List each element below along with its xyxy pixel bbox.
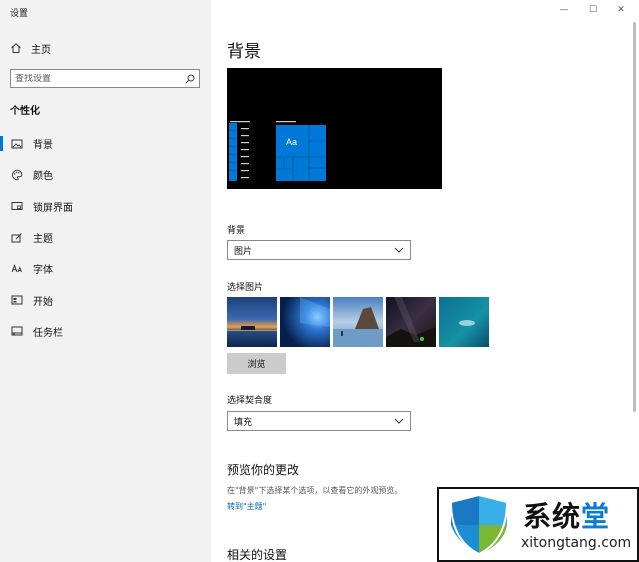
page-title: 背景 (227, 42, 261, 62)
nav-list: 背景 颜色 锁屏界面 主题 字体 开始 任务栏 (0, 128, 211, 347)
theme-link[interactable]: 转到"主题" (227, 501, 266, 512)
desktop-preview: Aa (227, 68, 442, 189)
thumbnail-windows-light[interactable] (280, 297, 330, 347)
sidebar-item-background[interactable]: 背景 (0, 128, 211, 159)
start-icon (11, 295, 23, 305)
thumbnail-night-sky[interactable] (386, 297, 436, 347)
taskbar-icon (11, 326, 23, 336)
shield-logo-icon (449, 493, 509, 556)
close-button[interactable]: ✕ (609, 2, 633, 18)
preview-changes-title: 预览你的更改 (227, 463, 300, 477)
palette-icon (12, 169, 23, 181)
sidebar-item-label: 主题 (33, 234, 53, 246)
chevron-down-icon (394, 418, 404, 424)
theme-icon (11, 232, 22, 243)
start-menu-preview: Aa (227, 68, 442, 189)
home-icon (11, 43, 21, 53)
lock-screen-icon (11, 202, 23, 211)
minimize-button[interactable]: — (552, 2, 576, 18)
sidebar-item-themes[interactable]: 主题 (0, 222, 211, 253)
watermark-brand: 系统堂 (523, 495, 610, 535)
thumbnail-rock-beach[interactable] (333, 297, 383, 347)
watermark-brand-text: 系统 (523, 500, 582, 533)
choose-picture-label: 选择图片 (227, 283, 264, 293)
sidebar-item-colors[interactable]: 颜色 (0, 159, 211, 190)
sidebar-item-label: 任务栏 (33, 327, 63, 339)
maximize-button[interactable]: ☐ (581, 2, 605, 18)
chevron-down-icon (394, 247, 404, 253)
sidebar: 设置 主页 个性化 背景 颜色 (0, 0, 211, 562)
home-link[interactable]: 主页 (10, 40, 51, 56)
sidebar-item-taskbar[interactable]: 任务栏 (0, 316, 211, 347)
picture-icon (11, 139, 23, 149)
search-icon[interactable] (185, 74, 195, 84)
fit-label: 选择契合度 (227, 396, 273, 406)
background-label: 背景 (227, 226, 246, 236)
window-title: 设置 (10, 9, 29, 19)
home-label: 主页 (31, 44, 51, 56)
fit-dropdown-value: 填充 (234, 417, 253, 428)
scrollbar[interactable] (633, 22, 636, 412)
preview-tile-text: Aa (286, 137, 297, 147)
thumbnail-sunset-island[interactable] (227, 297, 277, 347)
watermark: 系统堂 xitongtang.com (437, 487, 639, 562)
background-dropdown[interactable]: 图片 (227, 240, 411, 260)
watermark-domain: xitongtang.com (521, 535, 632, 551)
search-box[interactable] (10, 69, 200, 88)
browse-button[interactable]: 浏览 (227, 353, 286, 374)
search-input[interactable] (15, 73, 185, 84)
sidebar-item-label: 字体 (33, 265, 53, 277)
sidebar-item-label: 开始 (33, 296, 53, 308)
sidebar-item-lock-screen[interactable]: 锁屏界面 (0, 191, 211, 222)
sidebar-item-label: 颜色 (33, 171, 53, 183)
fit-dropdown[interactable]: 填充 (227, 411, 411, 431)
sidebar-item-label: 背景 (33, 140, 53, 152)
background-dropdown-value: 图片 (234, 246, 253, 257)
picture-thumbnails (227, 297, 492, 347)
related-settings-title: 相关的设置 (227, 548, 288, 562)
thumbnail-underwater[interactable] (439, 297, 489, 347)
section-title: 个性化 (10, 106, 40, 117)
font-icon (11, 263, 23, 273)
watermark-brand-accent: 堂 (581, 500, 611, 533)
sidebar-item-start[interactable]: 开始 (0, 284, 211, 315)
sidebar-item-label: 锁屏界面 (33, 202, 73, 214)
sidebar-item-fonts[interactable]: 字体 (0, 253, 211, 284)
